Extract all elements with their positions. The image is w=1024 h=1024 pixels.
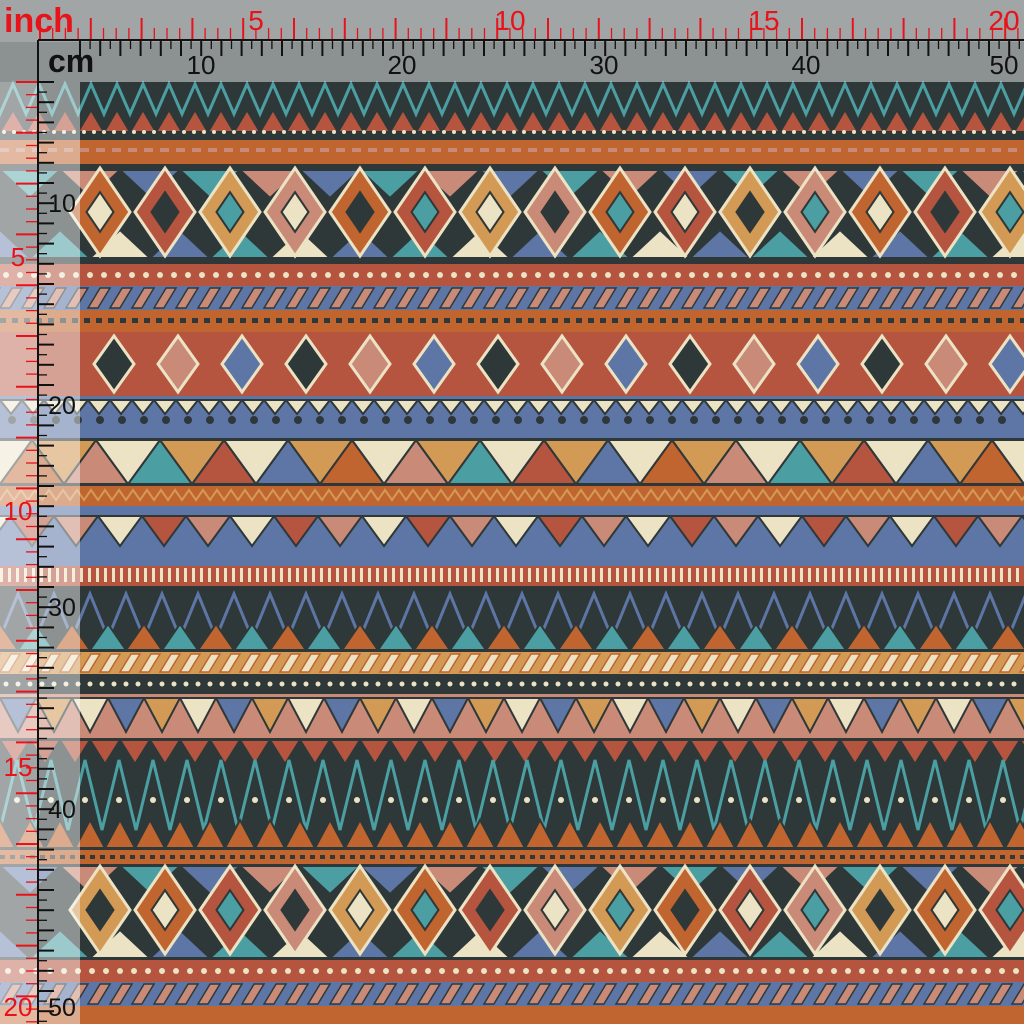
inch-top-number: 5 [248,5,264,36]
cm-top-number: 50 [990,50,1019,80]
cm-left-number: 50 [48,994,76,1022]
cm-unit-label: cm [48,43,94,79]
fabric-swatch-preview: inch cm 5 10 15 20 10 20 30 40 50 5 10 1… [0,0,1024,1024]
inch-left-number: 20 [4,992,33,1022]
measurement-rulers: inch cm 5 10 15 20 10 20 30 40 50 5 10 1… [0,0,1024,1024]
cm-left-number: 10 [48,190,76,218]
cm-top-number: 20 [388,50,417,80]
cm-left-number: 40 [48,796,76,824]
cm-left-number: 30 [48,594,76,622]
inch-left-number: 5 [11,242,25,272]
inch-left-number: 10 [4,496,33,526]
cm-left-number: 20 [48,392,76,420]
inch-top-number: 20 [988,5,1019,36]
cm-top-number: 30 [590,50,619,80]
inch-top-number: 10 [494,5,525,36]
inch-left-number: 15 [4,752,33,782]
ruler-overlay-bands [0,0,1024,1024]
inch-unit-label: inch [4,2,74,40]
inch-top-number: 15 [748,5,779,36]
cm-top-number: 10 [187,50,216,80]
cm-top-number: 40 [792,50,821,80]
